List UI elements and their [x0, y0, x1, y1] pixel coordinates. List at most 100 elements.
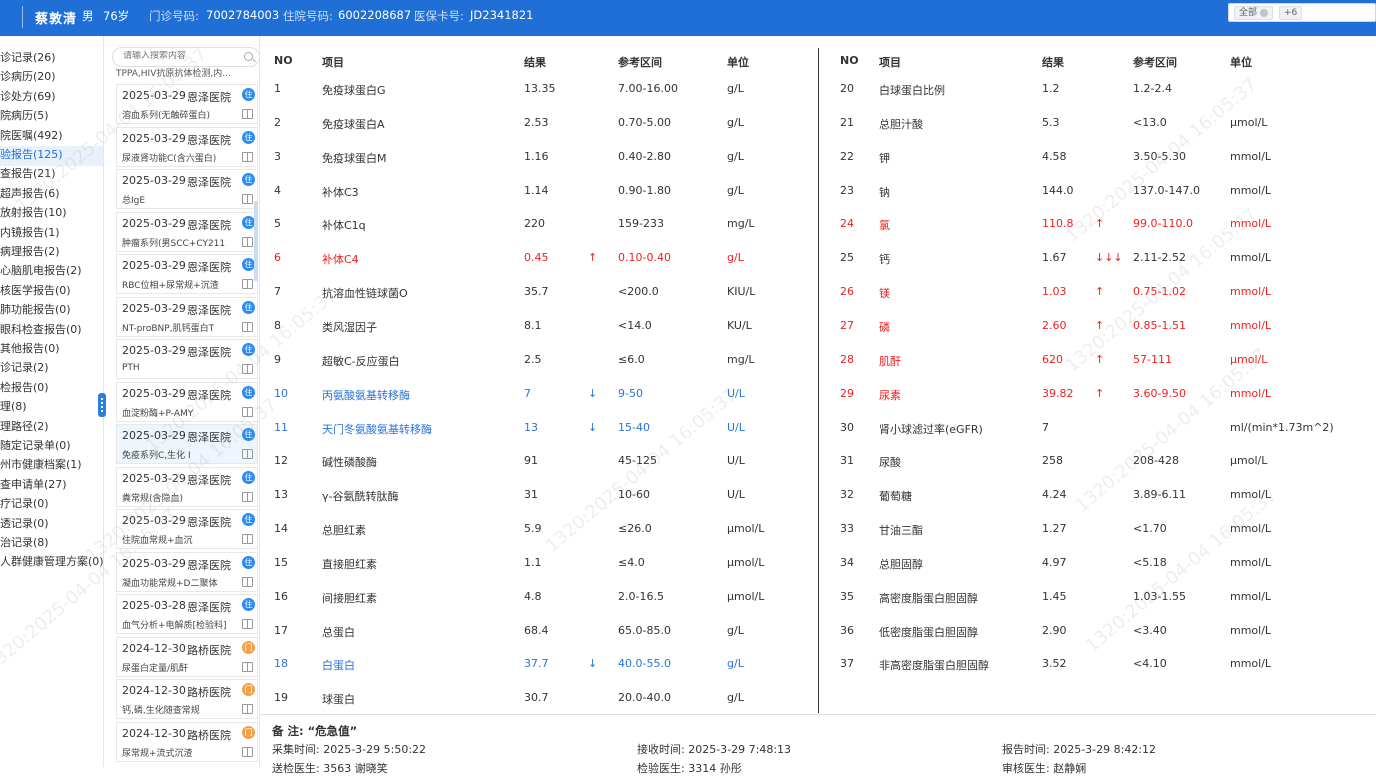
record-card[interactable]: 2024-12-30 路桥医院门尿蛋白定量/肌酐	[116, 636, 258, 677]
nav-item[interactable]: 理(8)	[0, 398, 27, 414]
result-item: 总胆汁酸	[879, 117, 923, 131]
nav-item[interactable]: 疗记录(0)	[0, 495, 49, 511]
nav-item[interactable]: 诊处方(69)	[0, 88, 56, 104]
nav-item[interactable]: 诊病历(20)	[0, 68, 56, 84]
result-no: 25	[840, 251, 854, 265]
nav-item[interactable]: 随定记录单(0)	[0, 437, 71, 453]
nav-item[interactable]: 放射报告(10)	[0, 204, 67, 220]
book-icon[interactable]	[242, 619, 253, 629]
result-item: 低密度脂蛋白胆固醇	[879, 625, 978, 639]
record-hospital: 恩泽医院	[187, 91, 231, 104]
nav-item[interactable]: 心脑肌电报告(2)	[0, 262, 82, 278]
result-item: 尿素	[879, 388, 901, 402]
record-card[interactable]: 2025-03-29 恩泽医院住总IgE	[116, 169, 258, 209]
book-icon[interactable]	[242, 406, 253, 417]
record-date: 2025-03-29	[122, 259, 186, 272]
record-hospital: 恩泽医院	[187, 431, 231, 444]
visit-type-badge: 住	[242, 385, 255, 399]
nav-item[interactable]: 透记录(0)	[0, 515, 49, 531]
record-list-scrollbar[interactable]	[254, 201, 258, 281]
book-icon[interactable]	[242, 321, 253, 332]
record-card[interactable]: 2025-03-29 恩泽医院住溶血系列(无触碎蛋白)	[116, 84, 258, 124]
book-icon[interactable]	[242, 704, 253, 714]
nav-item[interactable]: 人群健康管理方案(0)	[0, 553, 103, 569]
panel-resize-handle[interactable]	[98, 393, 106, 417]
nav-item[interactable]: 查申请单(27)	[0, 476, 67, 492]
book-icon[interactable]	[242, 194, 253, 204]
result-unit: mmol/L	[1230, 555, 1272, 569]
search-box[interactable]	[112, 47, 259, 67]
nav-item[interactable]: 院医嘱(492)	[0, 127, 63, 143]
filter-select[interactable]: 全部 +6	[1228, 3, 1376, 22]
nav-item[interactable]: 查报告(21)	[0, 165, 56, 181]
result-no: 26	[840, 285, 854, 299]
patient-header: 蔡敦清 男 76岁 门诊号码: 7002784003 住院号码: 6002208…	[0, 0, 1376, 36]
book-icon[interactable]	[242, 151, 253, 162]
result-row: 20 白球蛋白比例 1.2 1.2-2.4	[260, 82, 1376, 102]
book-icon[interactable]	[242, 236, 253, 247]
close-icon[interactable]	[1260, 9, 1269, 17]
receive-time: 接收时间: 2025-3-29 7:48:13	[637, 743, 792, 756]
nav-item[interactable]: 验报告(125)	[0, 146, 63, 162]
book-icon[interactable]	[242, 491, 253, 502]
record-card[interactable]: 2024-12-30 路桥医院门尿常规+流式沉渣	[116, 721, 258, 762]
record-card[interactable]: 2025-03-29 恩泽医院住尿液肾功能C(含六蛋白)	[116, 126, 258, 167]
record-card[interactable]: 2025-03-29 恩泽医院住凝血功能常规+D二聚体	[116, 551, 258, 592]
nav-item[interactable]: 理路径(2)	[0, 418, 49, 434]
nav-item[interactable]: 检报告(0)	[0, 379, 49, 395]
record-card[interactable]: 2025-03-29 恩泽医院住 RBC位相+尿常规+沉渣	[116, 254, 258, 294]
record-card[interactable]: 2024-12-30 路桥医院门钙,磷,生化随查常规	[116, 679, 258, 719]
nav-item[interactable]: 治记录(8)	[0, 534, 49, 550]
record-desc: PTH	[122, 363, 140, 373]
book-icon[interactable]	[242, 746, 253, 757]
visit-type-badge: 住	[242, 130, 255, 144]
book-icon[interactable]	[242, 279, 253, 289]
search-icon[interactable]	[244, 52, 253, 61]
record-card[interactable]: 2025-03-28 恩泽医院住血气分析+电解质[检验科]	[116, 594, 258, 634]
record-card[interactable]: 2025-03-29 恩泽医院住 PTH	[116, 339, 258, 379]
nav-item[interactable]: 超声报告(6)	[0, 185, 60, 201]
nav-item[interactable]: 肺功能报告(0)	[0, 301, 71, 317]
nav-item[interactable]: 院病历(5)	[0, 107, 49, 123]
header-range-right: 参考区间	[1133, 56, 1177, 69]
result-range: 57-111	[1133, 352, 1172, 366]
record-card[interactable]: 2025-03-29 恩泽医院住 NT-proBNP,肌钙蛋白T	[116, 296, 258, 337]
result-unit: mmol/L	[1230, 488, 1272, 502]
record-card[interactable]: 2025-03-29 恩泽医院住血淀粉酶+P-AMY	[116, 381, 258, 422]
nav-item[interactable]: 核医学报告(0)	[0, 282, 71, 298]
header-unit-right: 单位	[1230, 56, 1252, 69]
result-unit: mmol/L	[1230, 589, 1272, 603]
nav-item[interactable]: 眼科检查报告(0)	[0, 321, 82, 337]
result-result: 4.97	[1042, 555, 1067, 569]
book-icon[interactable]	[242, 364, 253, 374]
record-card[interactable]: 2025-03-29 恩泽医院住免疫系列C,生化 I	[116, 424, 258, 464]
record-card[interactable]: 2025-03-29 恩泽医院住住院血常规+血沉	[116, 509, 258, 549]
filter-chip-all[interactable]: 全部	[1234, 6, 1274, 20]
nav-item[interactable]: 州市健康档案(1)	[0, 456, 82, 472]
result-result: 1.45	[1042, 589, 1067, 603]
book-icon[interactable]	[242, 449, 253, 459]
search-input[interactable]	[123, 51, 233, 61]
record-card[interactable]: 2025-03-29 恩泽医院住粪常规(含隐血)	[116, 466, 258, 507]
nav-item[interactable]: 诊记录(26)	[0, 49, 56, 65]
nav-item[interactable]: 病理报告(2)	[0, 243, 60, 259]
collect-time: 采集时间: 2025-3-29 5:50:22	[272, 743, 427, 756]
book-icon[interactable]	[242, 109, 253, 119]
result-range: 2.11-2.52	[1133, 251, 1186, 265]
nav-item[interactable]: 内镜报告(1)	[0, 224, 60, 240]
nav-item[interactable]: 诊记录(2)	[0, 359, 49, 375]
result-result: 110.8	[1042, 217, 1074, 231]
filter-more-count: +6	[1279, 6, 1303, 20]
result-row: 37 非高密度脂蛋白胆固醇 3.52 <4.10 mmol/L	[260, 657, 1376, 677]
column-divider	[818, 48, 819, 713]
result-row: 35 高密度脂蛋白胆固醇 1.45 1.03-1.55 mmol/L	[260, 590, 1376, 610]
record-card[interactable]: 2025-03-29 恩泽医院住肿瘤系列(男SCC+CY211	[116, 211, 258, 252]
result-result: 30.7	[524, 691, 549, 705]
book-icon[interactable]	[242, 534, 253, 544]
book-icon[interactable]	[242, 576, 253, 587]
book-icon[interactable]	[242, 661, 253, 672]
nav-item[interactable]: 其他报告(0)	[0, 340, 60, 356]
record-date: 2025-03-29	[122, 556, 186, 570]
result-no: 34	[840, 555, 854, 569]
result-item: 钠	[879, 185, 890, 199]
